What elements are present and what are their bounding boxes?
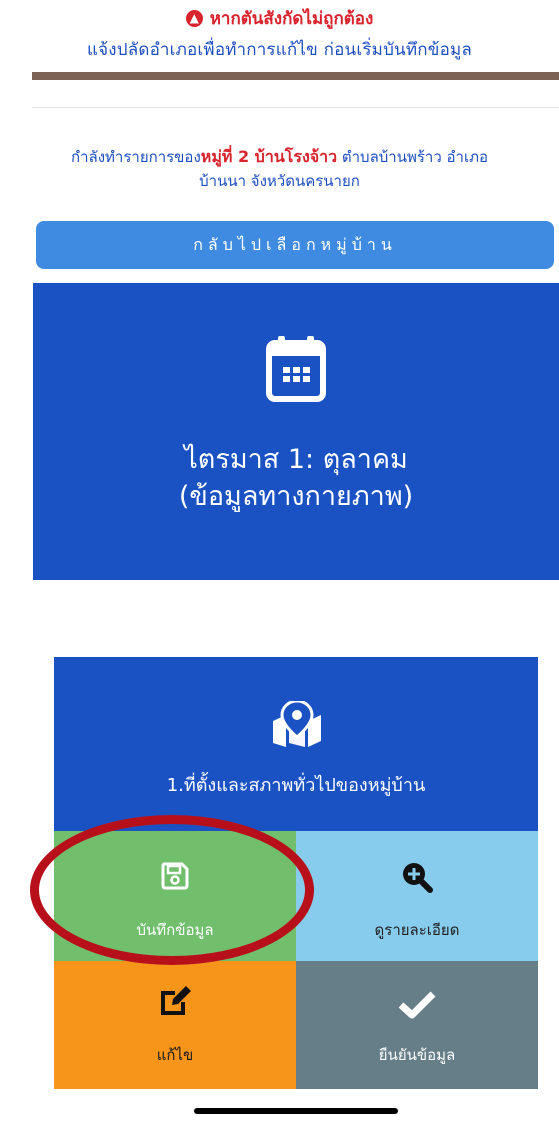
arrow-up-circle-icon: ▲ bbox=[185, 9, 203, 27]
topic-card: 1.ที่ตั้งและสภาพทั่วไปของหมู่บ้าน bbox=[54, 657, 538, 831]
location-line2: บ้านนา จังหวัดนครนายก bbox=[199, 172, 360, 190]
save-icon bbox=[160, 861, 190, 895]
home-indicator[interactable] bbox=[194, 1108, 398, 1114]
quarter-title-line2: (ข้อมูลทางกายภาพ) bbox=[178, 481, 414, 512]
unit-warning: ▲ หากตันสังกัดไม่ถูกต้อง แจ้งปลัดอำเภอเพ… bbox=[0, 6, 559, 63]
calendar-icon bbox=[266, 336, 326, 406]
section-divider bbox=[32, 107, 559, 108]
header-divider bbox=[32, 72, 559, 80]
quarter-section-header: ไตรมาส 1: ตุลาคม (ข้อมูลทางกายภาพ) bbox=[33, 283, 559, 580]
location-prefix: กำลังทำรายการของ bbox=[71, 148, 201, 166]
edit-button[interactable]: แก้ไข bbox=[54, 961, 296, 1089]
location-rest: ตำบลบ้านพร้าว อำเภอ bbox=[337, 148, 488, 166]
edit-icon bbox=[158, 985, 192, 1021]
map-marker-icon bbox=[273, 699, 321, 751]
back-to-village-button[interactable]: กลับไปเลือกหมู่บ้าน bbox=[36, 221, 554, 269]
village-name: หมู่ที่ 2 บ้านโรงจ้าว bbox=[200, 147, 338, 166]
zoom-in-icon bbox=[401, 861, 433, 897]
edit-label: แก้ไข bbox=[156, 1046, 194, 1064]
warning-heading-text: หากตันสังกัดไม่ถูกต้อง bbox=[209, 8, 374, 29]
current-location-text: กำลังทำรายการของหมู่ที่ 2 บ้านโรงจ้าว ตำ… bbox=[20, 145, 539, 193]
warning-heading: ▲ หากตันสังกัดไม่ถูกต้อง bbox=[0, 6, 559, 30]
warning-instruction: แจ้งปลัดอำเภอเพื่อทำการแก้ไข ก่อนเริ่มบั… bbox=[86, 40, 473, 60]
quarter-title-line1: ไตรมาส 1: ตุลาคม bbox=[184, 444, 408, 475]
check-icon bbox=[398, 991, 436, 1023]
confirm-data-button[interactable]: ยืนยันข้อมูล bbox=[296, 961, 538, 1089]
view-details-label: ดูรายละเอียด bbox=[374, 921, 460, 939]
quarter-title: ไตรมาส 1: ตุลาคม (ข้อมูลทางกายภาพ) bbox=[33, 441, 559, 515]
record-data-button[interactable]: บันทึกข้อมูล bbox=[54, 831, 296, 961]
topic-title: 1.ที่ตั้งและสภาพทั่วไปของหมู่บ้าน bbox=[166, 775, 426, 796]
record-data-label: บันทึกข้อมูล bbox=[136, 921, 214, 939]
view-details-button[interactable]: ดูรายละเอียด bbox=[296, 831, 538, 961]
confirm-data-label: ยืนยันข้อมูล bbox=[378, 1046, 456, 1064]
